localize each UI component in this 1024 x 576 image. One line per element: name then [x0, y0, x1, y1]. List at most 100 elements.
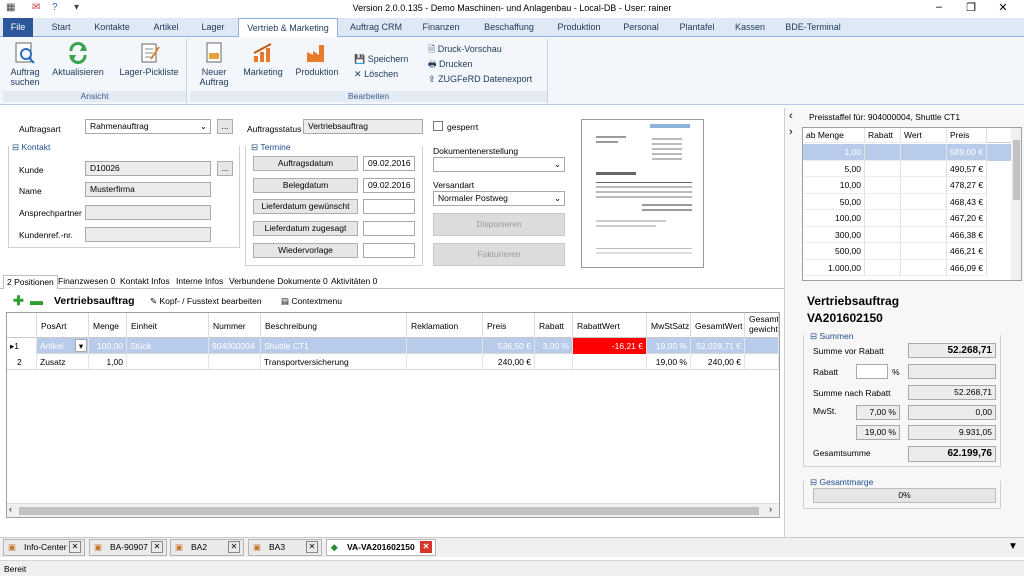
tab-lager[interactable]: Lager [196, 18, 230, 37]
tab-produktion[interactable]: Produktion [550, 18, 608, 37]
auftrag-suchen-button[interactable]: Auftrag suchen [5, 41, 45, 87]
cell-beschreibung[interactable]: Transportversicherung [261, 354, 407, 370]
cell-rabatt[interactable] [865, 144, 901, 161]
cell-nummer[interactable]: 904000004 [209, 338, 261, 354]
tab-finanzen[interactable]: Finanzen [416, 18, 466, 37]
belegdatum-field[interactable]: 09.02.2016 [363, 178, 415, 193]
druck-vorschau-button[interactable]: 🗎 Druck-Vorschau [428, 43, 546, 56]
tab-interne-infos[interactable]: Interne Infos [173, 275, 226, 289]
lieferdatum-zugesagt-field[interactable] [363, 221, 415, 236]
table-row[interactable]: 2 Zusatz 1,00 Transportversicherung 240,… [7, 354, 779, 370]
preisstaffel-row[interactable]: 100,00 467,20 € [803, 210, 1011, 227]
cell-preis[interactable]: 536,50 € [483, 338, 535, 354]
cell-rabatt[interactable]: 3,00 % [535, 338, 573, 354]
expand-right-icon[interactable]: › [789, 126, 793, 138]
remove-position-icon[interactable]: ▬ [30, 293, 43, 308]
doc-tab-ba3[interactable]: ▣ BA3 ✕ [248, 539, 322, 556]
lieferdatum-zugesagt-button[interactable]: Lieferdatum zugesagt [253, 221, 358, 236]
preisstaffel-row[interactable]: 1.000,00 466,09 € [803, 259, 1011, 276]
cell-preis[interactable]: 466,09 € [947, 259, 987, 276]
cell-rabatt[interactable] [865, 193, 901, 210]
chevron-down-icon[interactable]: ▾ [75, 339, 87, 352]
cell-preis[interactable]: 468,43 € [947, 193, 987, 210]
cell-rabatt[interactable] [865, 243, 901, 260]
preisstaffel-row[interactable]: 10,00 478,27 € [803, 177, 1011, 194]
grid-header-reklamation[interactable]: Reklamation [407, 313, 483, 338]
versandart-select[interactable]: Normaler Postweg ⌄ [433, 191, 565, 206]
cell-mwstsatz[interactable]: 19,00 % [647, 338, 691, 354]
contextmenu-button[interactable]: ▤ Contextmenu [281, 296, 342, 307]
neuer-auftrag-button[interactable]: Neuer Auftrag [194, 41, 234, 87]
cell-preis[interactable]: 466,21 € [947, 243, 987, 260]
cell-einheit[interactable]: Stück [127, 338, 209, 354]
cell-rabatt[interactable] [865, 226, 901, 243]
tab-bde-terminal[interactable]: BDE-Terminal [780, 18, 846, 37]
tab-kassen[interactable]: Kassen [730, 18, 770, 37]
tab-artikel[interactable]: Artikel [146, 18, 186, 37]
cell-wert[interactable] [901, 144, 947, 161]
cell-preis[interactable]: 589,00 € [947, 144, 987, 161]
cell-rabatt[interactable] [865, 160, 901, 177]
close-icon[interactable]: ✕ [420, 541, 432, 553]
doc-tab-info-center[interactable]: ▣ Info-Center ✕ [3, 539, 85, 556]
doc-tab-ba2[interactable]: ▣ BA2 ✕ [170, 539, 244, 556]
cell-nummer[interactable] [209, 354, 261, 370]
cell-ab-menge[interactable]: 50,00 [803, 193, 865, 210]
cell-gesamtgewicht[interactable] [745, 354, 779, 370]
preisstaffel-row[interactable]: 5,00 490,57 € [803, 160, 1011, 177]
document-preview[interactable] [581, 119, 704, 268]
cell-wert[interactable] [901, 193, 947, 210]
scroll-right-icon[interactable]: › [769, 504, 772, 514]
cell-wert[interactable] [901, 259, 947, 276]
cell-wert[interactable] [901, 243, 947, 260]
cell-ab-menge[interactable]: 10,00 [803, 177, 865, 194]
preisstaffel-row[interactable]: 1,00 589,00 € [803, 144, 1011, 161]
cell-ab-menge[interactable]: 300,00 [803, 226, 865, 243]
grid-header-gesamtwert[interactable]: GesamtWert [691, 313, 745, 338]
customize-icon[interactable]: ▾ [74, 2, 79, 13]
table-row[interactable]: ▸1 Artikel ▾ 100,00 Stück 904000004 Shutt… [7, 338, 779, 354]
auftragsdatum-field[interactable]: 09.02.2016 [363, 156, 415, 171]
auftragsart-browse-button[interactable]: ... [217, 119, 233, 134]
kundenref-field[interactable] [85, 227, 211, 242]
cell-preis[interactable]: 466,38 € [947, 226, 987, 243]
kunde-field[interactable]: D10026 [85, 161, 211, 176]
tab-finanzwesen[interactable]: Finanzwesen 0 [55, 275, 118, 289]
tab-personal[interactable]: Personal [616, 18, 666, 37]
cell-ab-menge[interactable]: 100,00 [803, 210, 865, 227]
cell-posart[interactable]: Zusatz [37, 354, 89, 370]
quick-access-icon[interactable]: ✉ [32, 2, 40, 13]
cell-rabattwert[interactable]: -16,21 € [573, 338, 647, 354]
preisstaffel-row[interactable]: 500,00 466,21 € [803, 243, 1011, 260]
close-icon[interactable]: ✕ [228, 541, 240, 553]
tab-positionen[interactable]: 2 Positionen [3, 275, 58, 289]
kunde-browse-button[interactable]: ... [217, 161, 233, 176]
cell-einheit[interactable] [127, 354, 209, 370]
grid-header-rabatt[interactable]: Rabatt [535, 313, 573, 338]
preisstaffel-header-ab-menge[interactable]: ab Menge [803, 128, 865, 143]
ansprechpartner-field[interactable] [85, 205, 211, 220]
cell-mwstsatz[interactable]: 19,00 % [647, 354, 691, 370]
cell-gesamtwert[interactable]: 240,00 € [691, 354, 745, 370]
tab-kontakte[interactable]: Kontakte [88, 18, 136, 37]
add-position-icon[interactable]: ✚ [13, 293, 24, 309]
tab-verbundene-dokumente[interactable]: Verbundene Dokumente 0 [226, 275, 331, 289]
cell-wert[interactable] [901, 210, 947, 227]
dokumentenerstellung-select[interactable]: ⌄ [433, 157, 565, 172]
wiedervorlage-field[interactable] [363, 243, 415, 258]
grid-header-nummer[interactable]: Nummer [209, 313, 261, 338]
lager-pickliste-button[interactable]: Lager-Pickliste [113, 41, 185, 77]
belegdatum-button[interactable]: Belegdatum [253, 178, 358, 193]
grid-header-menge[interactable]: Menge [89, 313, 127, 338]
zugferd-button[interactable]: ⇪ ZUGFeRD Datenexport [428, 73, 546, 86]
lieferdatum-gewuenscht-field[interactable] [363, 199, 415, 214]
cell-rabatt[interactable] [865, 177, 901, 194]
preisstaffel-header-wert[interactable]: Wert [901, 128, 947, 143]
tab-auftrag-crm[interactable]: Auftrag CRM [346, 18, 406, 37]
rabatt-input[interactable] [856, 364, 888, 379]
speichern-button[interactable]: 💾 Speichern [354, 53, 424, 66]
close-icon[interactable]: ✕ [151, 541, 163, 553]
preisstaffel-scrollbar[interactable] [1011, 128, 1021, 280]
help-icon[interactable]: ? [52, 2, 58, 13]
gesperrt-checkbox[interactable] [433, 121, 443, 131]
